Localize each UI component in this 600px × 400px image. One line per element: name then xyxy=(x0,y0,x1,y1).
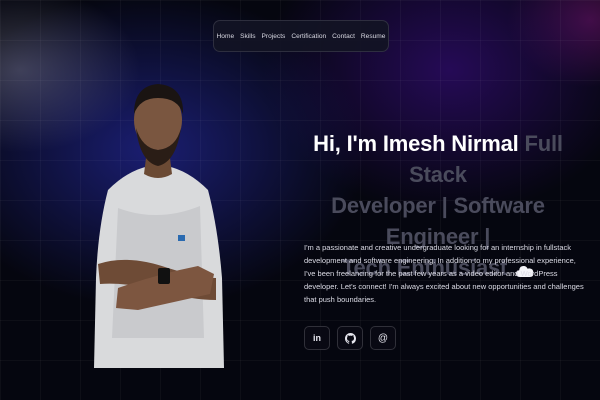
linkedin-icon: in xyxy=(313,333,321,343)
hero-bio: I'm a passionate and creative undergradu… xyxy=(304,243,584,304)
nav-resume-link[interactable]: Resume xyxy=(361,33,386,40)
hero-name: Hi, I'm Imesh Nirmal xyxy=(313,131,519,156)
github-button[interactable] xyxy=(337,326,363,350)
profile-photo xyxy=(94,84,224,368)
email-button[interactable]: @ xyxy=(370,326,396,350)
nav-projects-link[interactable]: Projects xyxy=(262,33,286,40)
top-navbar: Home Skills Projects Certification Conta… xyxy=(213,20,389,52)
nav-home-link[interactable]: Home xyxy=(217,33,235,40)
nav-contact-link[interactable]: Contact xyxy=(332,33,355,40)
linkedin-button[interactable]: in xyxy=(304,326,330,350)
github-icon xyxy=(344,332,356,344)
nav-certification-link[interactable]: Certification xyxy=(291,33,326,40)
social-links: in @ xyxy=(304,326,396,350)
nav-skills-link[interactable]: Skills xyxy=(240,33,255,40)
email-icon: @ xyxy=(377,332,389,344)
